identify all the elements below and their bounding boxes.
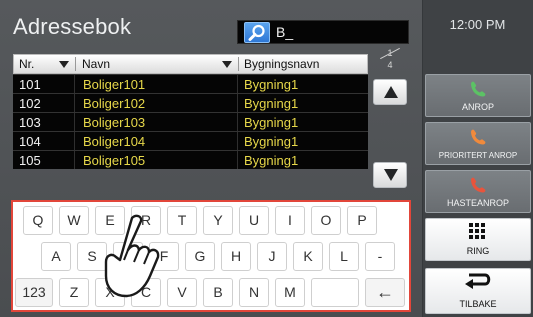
key-p[interactable]: P <box>347 206 377 235</box>
table-row[interactable]: 103 Boliger103 Bygning1 <box>13 112 368 131</box>
key-o[interactable]: O <box>311 206 341 235</box>
keypad-grid-icon <box>469 223 485 239</box>
key-n[interactable]: N <box>239 278 269 307</box>
key-numeric-mode[interactable]: 123 <box>15 278 53 307</box>
column-divider <box>75 57 76 71</box>
sort-down-icon[interactable] <box>222 61 232 68</box>
triangle-up-icon <box>384 86 398 98</box>
key-d[interactable]: D <box>113 242 143 271</box>
table-header: Nr. Navn Bygningsnavn <box>13 54 368 74</box>
key-t[interactable]: T <box>167 206 197 235</box>
cell-navn: Boliger102 <box>83 96 146 111</box>
cell-nr: 103 <box>19 115 41 130</box>
column-divider <box>238 57 239 71</box>
anrop-label: ANROP <box>461 102 494 112</box>
cell-nr: 105 <box>19 153 41 168</box>
key-hyphen[interactable]: - <box>365 242 395 271</box>
tilbake-label: TILBAKE <box>459 299 497 309</box>
scroll-down-button[interactable] <box>373 162 407 188</box>
ring-label: RING <box>466 246 490 256</box>
anrop-button[interactable]: ANROP <box>425 74 531 117</box>
key-s[interactable]: S <box>77 242 107 271</box>
search-input-value[interactable]: B_ <box>276 21 293 43</box>
column-header-nr[interactable]: Nr. <box>19 55 34 73</box>
key-m[interactable]: M <box>275 278 305 307</box>
key-z[interactable]: Z <box>59 278 89 307</box>
cell-bygningsnavn: Bygning1 <box>244 115 299 130</box>
column-header-bygningsnavn[interactable]: Bygningsnavn <box>244 55 319 73</box>
cell-nr: 104 <box>19 134 41 149</box>
page-indicator: 1 4 <box>371 46 409 74</box>
cell-navn: Boliger101 <box>83 77 146 92</box>
ring-button[interactable]: RING <box>425 218 531 261</box>
key-q[interactable]: Q <box>23 206 53 235</box>
column-header-navn[interactable]: Navn <box>82 55 110 73</box>
key-backspace[interactable]: ← <box>365 278 405 307</box>
address-table: Nr. Navn Bygningsnavn 101 Boliger101 Byg… <box>13 54 368 169</box>
magnifier-icon <box>248 24 265 41</box>
key-h[interactable]: H <box>221 242 251 271</box>
cell-navn: Boliger105 <box>83 153 146 168</box>
cell-bygningsnavn: Bygning1 <box>244 96 299 111</box>
key-f[interactable]: F <box>149 242 179 271</box>
key-x[interactable]: X <box>95 278 125 307</box>
key-g[interactable]: G <box>185 242 215 271</box>
key-w[interactable]: W <box>59 206 89 235</box>
on-screen-keyboard: Q W E R T Y U I O P A S D F G H J K L - … <box>11 200 411 312</box>
tilbake-button[interactable]: TILBAKE <box>425 268 531 314</box>
key-v[interactable]: V <box>167 278 197 307</box>
hasteanrop-label: HASTEANROP <box>446 198 509 208</box>
phone-handset-icon <box>471 81 486 97</box>
key-u[interactable]: U <box>239 206 269 235</box>
prioritert-anrop-label: PRIORITERT ANROP <box>438 151 518 160</box>
cell-navn: Boliger104 <box>83 134 146 149</box>
key-y[interactable]: Y <box>203 206 233 235</box>
table-row[interactable]: 102 Boliger102 Bygning1 <box>13 93 368 112</box>
table-row[interactable]: 104 Boliger104 Bygning1 <box>13 131 368 150</box>
table-body: 101 Boliger101 Bygning1 102 Boliger102 B… <box>13 74 368 169</box>
hasteanrop-button[interactable]: HASTEANROP <box>425 170 531 213</box>
phone-handset-icon <box>471 177 486 193</box>
key-b[interactable]: B <box>203 278 233 307</box>
key-r[interactable]: R <box>131 206 161 235</box>
key-space[interactable] <box>311 278 359 307</box>
cell-nr: 101 <box>19 77 41 92</box>
return-arrow-icon <box>465 273 491 289</box>
key-a[interactable]: A <box>41 242 71 271</box>
cell-navn: Boliger103 <box>83 115 146 130</box>
search-button[interactable] <box>244 22 270 43</box>
intercom-screen: Adressebok B_ Nr. Navn Bygningsnavn 101 … <box>0 0 533 317</box>
phone-handset-icon <box>471 129 486 145</box>
key-l[interactable]: L <box>329 242 359 271</box>
triangle-down-icon <box>384 169 398 181</box>
key-e[interactable]: E <box>95 206 125 235</box>
search-field[interactable]: B_ <box>237 20 409 44</box>
sort-down-icon[interactable] <box>59 61 69 68</box>
scroll-up-button[interactable] <box>373 79 407 105</box>
key-j[interactable]: J <box>257 242 287 271</box>
key-k[interactable]: K <box>293 242 323 271</box>
table-row[interactable]: 101 Boliger101 Bygning1 <box>13 74 368 93</box>
cell-bygningsnavn: Bygning1 <box>244 153 299 168</box>
page-total: 4 <box>387 60 393 70</box>
key-c[interactable]: C <box>131 278 161 307</box>
page-title: Adressebok <box>13 14 132 39</box>
cell-bygningsnavn: Bygning1 <box>244 134 299 149</box>
cell-nr: 102 <box>19 96 41 111</box>
key-i[interactable]: I <box>275 206 305 235</box>
prioritert-anrop-button[interactable]: PRIORITERT ANROP <box>425 122 531 165</box>
clock: 12:00 PM <box>449 17 506 32</box>
cell-bygningsnavn: Bygning1 <box>244 77 299 92</box>
table-row[interactable]: 105 Boliger105 Bygning1 <box>13 150 368 169</box>
